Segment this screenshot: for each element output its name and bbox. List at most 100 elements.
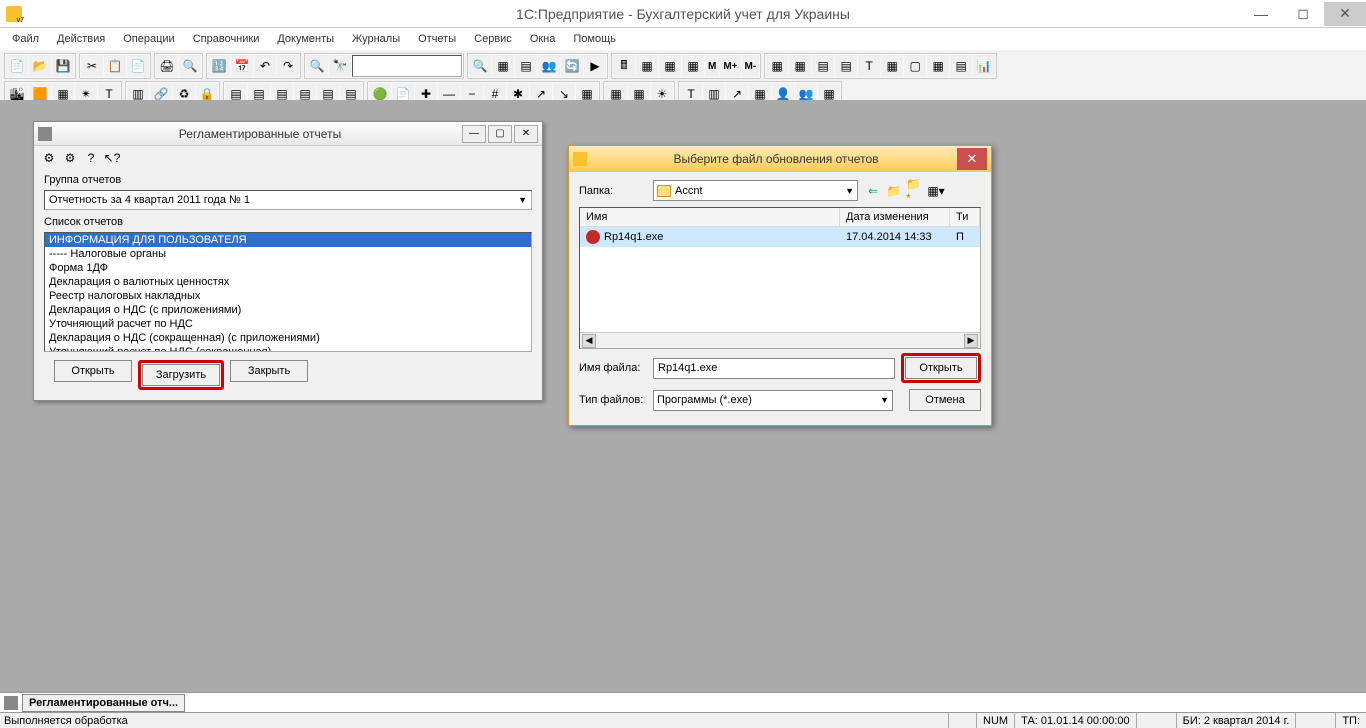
file-dialog-close-button[interactable]: ✕	[957, 148, 987, 170]
report-icon[interactable]: ▤	[950, 55, 972, 77]
db-icon[interactable]: ▦	[682, 55, 704, 77]
tool-a-icon[interactable]: ▦	[492, 55, 514, 77]
undo-icon[interactable]: ↶	[254, 55, 276, 77]
m-minus[interactable]: M-	[742, 55, 760, 77]
up-folder-icon[interactable]: 📁	[885, 182, 903, 200]
reports-tool1-icon[interactable]: ⚙	[40, 149, 58, 167]
taskbar-item[interactable]: Регламентированные отч...	[22, 694, 185, 712]
reports-minimize-button[interactable]: —	[462, 125, 486, 143]
minimize-button[interactable]: —	[1240, 2, 1282, 26]
calendar-icon[interactable]: 📅	[231, 55, 253, 77]
taskbar: Регламентированные отч...	[0, 692, 1366, 712]
scroll-right-icon[interactable]: ▶	[964, 334, 978, 348]
list-icon[interactable]: ▤	[812, 55, 834, 77]
filetype-combo[interactable]: Программы (*.exe) ▼	[653, 390, 893, 411]
people-icon[interactable]: 👥	[538, 55, 560, 77]
copy-icon[interactable]: 📋	[104, 55, 126, 77]
search-combo[interactable]	[352, 55, 462, 77]
group-select-value: Отчетность за 4 квартал 2011 года № 1	[49, 194, 250, 206]
sort-icon[interactable]: ▦	[881, 55, 903, 77]
list-item[interactable]: Уточняющий расчет по НДС (сокращенная)	[45, 345, 531, 352]
menu-operations[interactable]: Операции	[115, 30, 182, 48]
folder-combo[interactable]: Accnt ▼	[653, 180, 858, 201]
cut-icon[interactable]: ✂	[81, 55, 103, 77]
menu-service[interactable]: Сервис	[466, 30, 520, 48]
dm-icon[interactable]: ▦	[659, 55, 681, 77]
reports-load-button[interactable]: Загрузить	[142, 364, 220, 386]
list-item[interactable]: Форма 1ДФ	[45, 261, 531, 275]
list2-icon[interactable]: ▤	[835, 55, 857, 77]
calculator-icon[interactable]: 🖩	[613, 55, 635, 77]
filename-input[interactable]	[653, 358, 895, 379]
menu-windows[interactable]: Окна	[522, 30, 564, 48]
find-icon[interactable]: 🔍	[306, 55, 328, 77]
menu-actions[interactable]: Действия	[49, 30, 113, 48]
col-type[interactable]: Ти	[950, 208, 980, 226]
col-date[interactable]: Дата изменения	[840, 208, 950, 226]
grid2-icon[interactable]: ▦	[789, 55, 811, 77]
tmk-icon[interactable]: ▦	[636, 55, 658, 77]
list-item[interactable]: Декларация о НДС (сокращенная) (с прилож…	[45, 331, 531, 345]
zoom-icon[interactable]: 🔍	[469, 55, 491, 77]
new-icon[interactable]: 📄	[6, 55, 28, 77]
list-item[interactable]: ----- Налоговые органы	[45, 247, 531, 261]
tool-b-icon[interactable]: ▤	[515, 55, 537, 77]
run-icon[interactable]: ▶	[584, 55, 606, 77]
binoculars-icon[interactable]: 🔭	[329, 55, 351, 77]
menu-reports[interactable]: Отчеты	[410, 30, 464, 48]
dropdown-icon: ▼	[880, 395, 889, 405]
group-label: Группа отчетов	[44, 174, 532, 186]
list-item[interactable]: Декларация о НДС (с приложениями)	[45, 303, 531, 317]
redo-icon[interactable]: ↷	[277, 55, 299, 77]
scroll-left-icon[interactable]: ◀	[582, 334, 596, 348]
list-item[interactable]: Декларация о валютных ценностях	[45, 275, 531, 289]
reports-dialog-icon	[38, 127, 52, 141]
open-icon[interactable]: 📂	[29, 55, 51, 77]
reports-maximize-button[interactable]: ▢	[488, 125, 512, 143]
file-row[interactable]: Rp14q1.exe 17.04.2014 14:33 П	[580, 227, 980, 247]
save-icon[interactable]: 💾	[52, 55, 74, 77]
sheet-icon[interactable]: ▦	[927, 55, 949, 77]
text-icon[interactable]: T	[858, 55, 880, 77]
calc-icon[interactable]: 🔢	[208, 55, 230, 77]
list-item[interactable]: Уточняющий расчет по НДС	[45, 317, 531, 331]
back-icon[interactable]: ⇐	[864, 182, 882, 200]
file-list-hscroll[interactable]: ◀ ▶	[580, 332, 980, 348]
reports-listbox[interactable]: ИНФОРМАЦИЯ ДЛЯ ПОЛЬЗОВАТЕЛЯ ----- Налого…	[44, 232, 532, 352]
reports-close-dialog-button[interactable]: Закрыть	[230, 360, 308, 382]
window-controls: — ◻ ✕	[1240, 2, 1366, 26]
menu-file[interactable]: Файл	[4, 30, 47, 48]
refresh-icon[interactable]: 🔄	[561, 55, 583, 77]
file-list[interactable]: Имя Дата изменения Ти Rp14q1.exe 17.04.2…	[579, 207, 981, 349]
m-bold[interactable]: M	[705, 55, 719, 77]
maximize-button[interactable]: ◻	[1282, 2, 1324, 26]
file-open-button[interactable]: Открыть	[905, 357, 977, 379]
reports-open-button[interactable]: Открыть	[54, 360, 132, 382]
list-item[interactable]: Реестр налоговых накладных	[45, 289, 531, 303]
m-plus[interactable]: M+	[720, 55, 740, 77]
paste-icon[interactable]: 📄	[127, 55, 149, 77]
file-cancel-button[interactable]: Отмена	[909, 389, 981, 411]
filetype-label: Тип файлов:	[579, 394, 647, 406]
menu-help[interactable]: Помощь	[565, 30, 624, 48]
group-select[interactable]: Отчетность за 4 квартал 2011 года № 1 ▼	[44, 190, 532, 210]
close-button[interactable]: ✕	[1324, 2, 1366, 26]
menubar: Файл Действия Операции Справочники Докум…	[0, 28, 1366, 50]
menu-journals[interactable]: Журналы	[344, 30, 408, 48]
view-menu-icon[interactable]: ▦▾	[927, 182, 945, 200]
col-name[interactable]: Имя	[580, 208, 840, 226]
print-icon[interactable]: 🖨	[156, 55, 178, 77]
reports-help-icon[interactable]: ?	[82, 149, 100, 167]
reports-close-button[interactable]: ✕	[514, 125, 538, 143]
grid-icon[interactable]: ▦	[766, 55, 788, 77]
chart-icon[interactable]: 📊	[973, 55, 995, 77]
reports-pointer-icon[interactable]: ↖?	[103, 149, 121, 167]
menu-documents[interactable]: Документы	[269, 30, 342, 48]
new-folder-icon[interactable]: 📁*	[906, 182, 924, 200]
list-item[interactable]: ИНФОРМАЦИЯ ДЛЯ ПОЛЬЗОВАТЕЛЯ	[45, 233, 531, 247]
preview-icon[interactable]: 🔍	[179, 55, 201, 77]
reports-tool2-icon[interactable]: ⚙	[61, 149, 79, 167]
menu-references[interactable]: Справочники	[185, 30, 268, 48]
file-list-header: Имя Дата изменения Ти	[580, 208, 980, 227]
box-icon[interactable]: ▢	[904, 55, 926, 77]
